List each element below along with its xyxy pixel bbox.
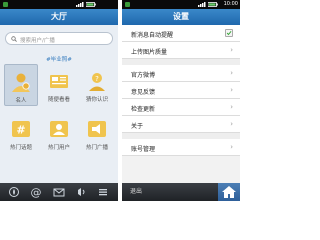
setting-about[interactable]: 关于 › — [122, 116, 240, 133]
search-input[interactable]: 搜索用户/广播 — [5, 32, 113, 45]
chevron-right-icon: › — [230, 143, 233, 151]
grid-item-label: 随便看看 — [47, 97, 70, 103]
exit-button[interactable]: 退出 — [130, 186, 142, 195]
grid-item-hot-topics[interactable]: # 热门话题 — [4, 112, 38, 154]
users-icon — [48, 118, 70, 140]
chevron-right-icon: › — [230, 69, 233, 77]
setting-label: 新消息自动提醒 — [131, 32, 174, 39]
bottom-bar: 退出 — [122, 183, 240, 201]
battery-icon — [86, 2, 96, 7]
chevron-right-icon: › — [230, 103, 233, 111]
setting-check-update[interactable]: 检查更新 › — [122, 99, 240, 116]
settings-list: 新消息自动提醒 上传图片质量 › 官方微博 › 意见反馈 › 检查更新 › 关于… — [122, 25, 240, 156]
broadcast-icon — [86, 118, 108, 140]
notification-icon — [125, 2, 130, 7]
signal-icon — [198, 2, 206, 7]
menu-icon[interactable] — [97, 186, 109, 198]
grid-item-hot-users[interactable]: 热门用户 — [42, 112, 76, 154]
setting-label: 关于 — [131, 123, 144, 130]
home-button[interactable] — [218, 183, 240, 201]
svg-text:@: @ — [31, 186, 42, 198]
topic-link[interactable]: #毕业照# — [0, 55, 118, 63]
grid-item-celebrity[interactable]: 名人 — [4, 64, 38, 106]
status-time: 10:00 — [223, 1, 238, 7]
question-person-icon: ? — [86, 70, 108, 92]
bottom-nav: @ — [0, 183, 118, 201]
setting-label: 账号管理 — [131, 146, 156, 153]
search-placeholder: 搜索用户/广播 — [20, 38, 55, 44]
checkbox-checked-icon[interactable] — [225, 29, 233, 37]
chevron-right-icon: › — [230, 120, 233, 128]
browse-icon — [48, 70, 70, 92]
user-icon[interactable] — [75, 186, 87, 198]
grid-item-label: 热门用户 — [47, 145, 70, 151]
grid-item-guess[interactable]: ? 猜你认识 — [80, 64, 114, 106]
svg-text:?: ? — [95, 75, 99, 83]
hall-screen: 大厅 搜索用户/广播 #毕业照# 名人 随便看看 ? 猜你认识 # 热门话题 热… — [0, 0, 118, 201]
grid-item-hot-broadcasts[interactable]: 热门广播 — [80, 112, 114, 154]
setting-account-management[interactable]: 账号管理 › — [122, 139, 240, 156]
grid-item-label: 热门话题 — [9, 145, 32, 151]
battery-icon — [208, 2, 218, 7]
signal-icon — [76, 2, 84, 7]
settings-screen: 10:00 设置 新消息自动提醒 上传图片质量 › 官方微博 › 意见反馈 › … — [122, 0, 240, 201]
setting-label: 官方微博 — [131, 72, 156, 79]
hashtag-icon: # — [10, 118, 32, 140]
grid-item-label: 名人 — [15, 98, 27, 104]
person-icon — [10, 71, 32, 93]
grid-item-label: 猜你认识 — [85, 97, 108, 103]
setting-label: 检查更新 — [131, 106, 156, 113]
chevron-right-icon: › — [230, 86, 233, 94]
home-icon — [222, 186, 236, 198]
setting-label: 意见反馈 — [131, 89, 156, 96]
fire-icon[interactable] — [8, 186, 20, 198]
notification-icon — [3, 2, 8, 7]
at-icon[interactable]: @ — [30, 186, 42, 198]
chevron-right-icon: › — [230, 46, 233, 54]
setting-label: 上传图片质量 — [131, 49, 168, 56]
setting-new-message-alert[interactable]: 新消息自动提醒 — [122, 25, 240, 42]
mail-icon[interactable] — [53, 186, 65, 198]
svg-text:#: # — [16, 124, 25, 137]
page-title: 设置 — [122, 9, 240, 25]
setting-official-weibo[interactable]: 官方微博 › — [122, 65, 240, 82]
setting-upload-image-quality[interactable]: 上传图片质量 › — [122, 42, 240, 59]
grid-item-browse[interactable]: 随便看看 — [42, 64, 76, 106]
page-title: 大厅 — [0, 9, 118, 25]
status-bar: 10:00 — [122, 0, 240, 9]
setting-feedback[interactable]: 意见反馈 › — [122, 82, 240, 99]
search-icon — [11, 36, 17, 42]
grid-item-label: 热门广播 — [85, 145, 108, 151]
status-bar — [0, 0, 118, 9]
